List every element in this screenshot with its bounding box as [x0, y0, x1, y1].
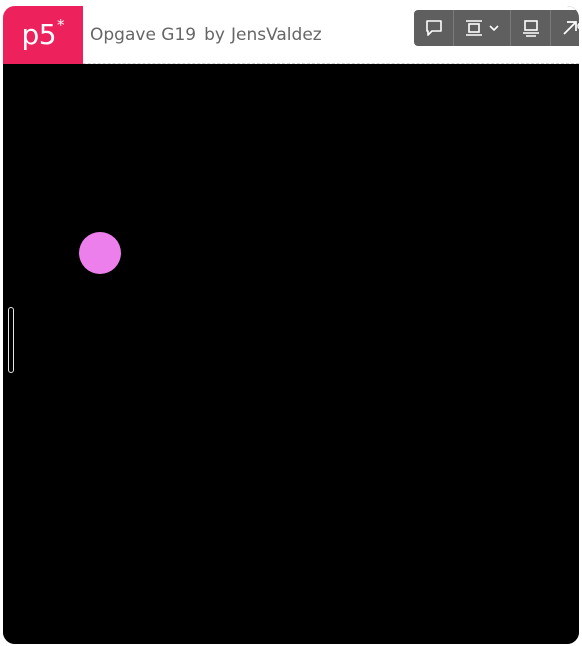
- sketch-canvas[interactable]: [3, 64, 579, 644]
- sketch-name-link[interactable]: Opgave G19: [90, 25, 196, 45]
- embedded-sketch-frame: p5 * Opgave G19 by JensValdez: [3, 6, 579, 644]
- by-label: by: [204, 25, 225, 45]
- display-icon: [522, 20, 539, 37]
- embed-mode-button[interactable]: [454, 10, 511, 46]
- logo-star: *: [57, 16, 65, 34]
- comment-icon: [425, 20, 442, 36]
- logo-text: p5: [21, 17, 57, 51]
- embed-frame-icon: [466, 20, 482, 36]
- display-button[interactable]: [511, 10, 551, 46]
- author-link[interactable]: JensValdez: [231, 25, 322, 45]
- comment-button[interactable]: [414, 10, 454, 46]
- sketch-title: Opgave G19 by JensValdez: [90, 6, 322, 64]
- embed-toolbar: [414, 10, 579, 46]
- embed-header: p5 * Opgave G19 by JensValdez: [3, 6, 579, 64]
- open-external-icon: [563, 21, 579, 35]
- chevron-down-icon: [489, 25, 499, 32]
- resize-handle[interactable]: [8, 307, 14, 373]
- pink-ball: [79, 232, 121, 274]
- open-in-editor-button[interactable]: [551, 10, 579, 46]
- p5-logo[interactable]: p5 *: [3, 6, 83, 64]
